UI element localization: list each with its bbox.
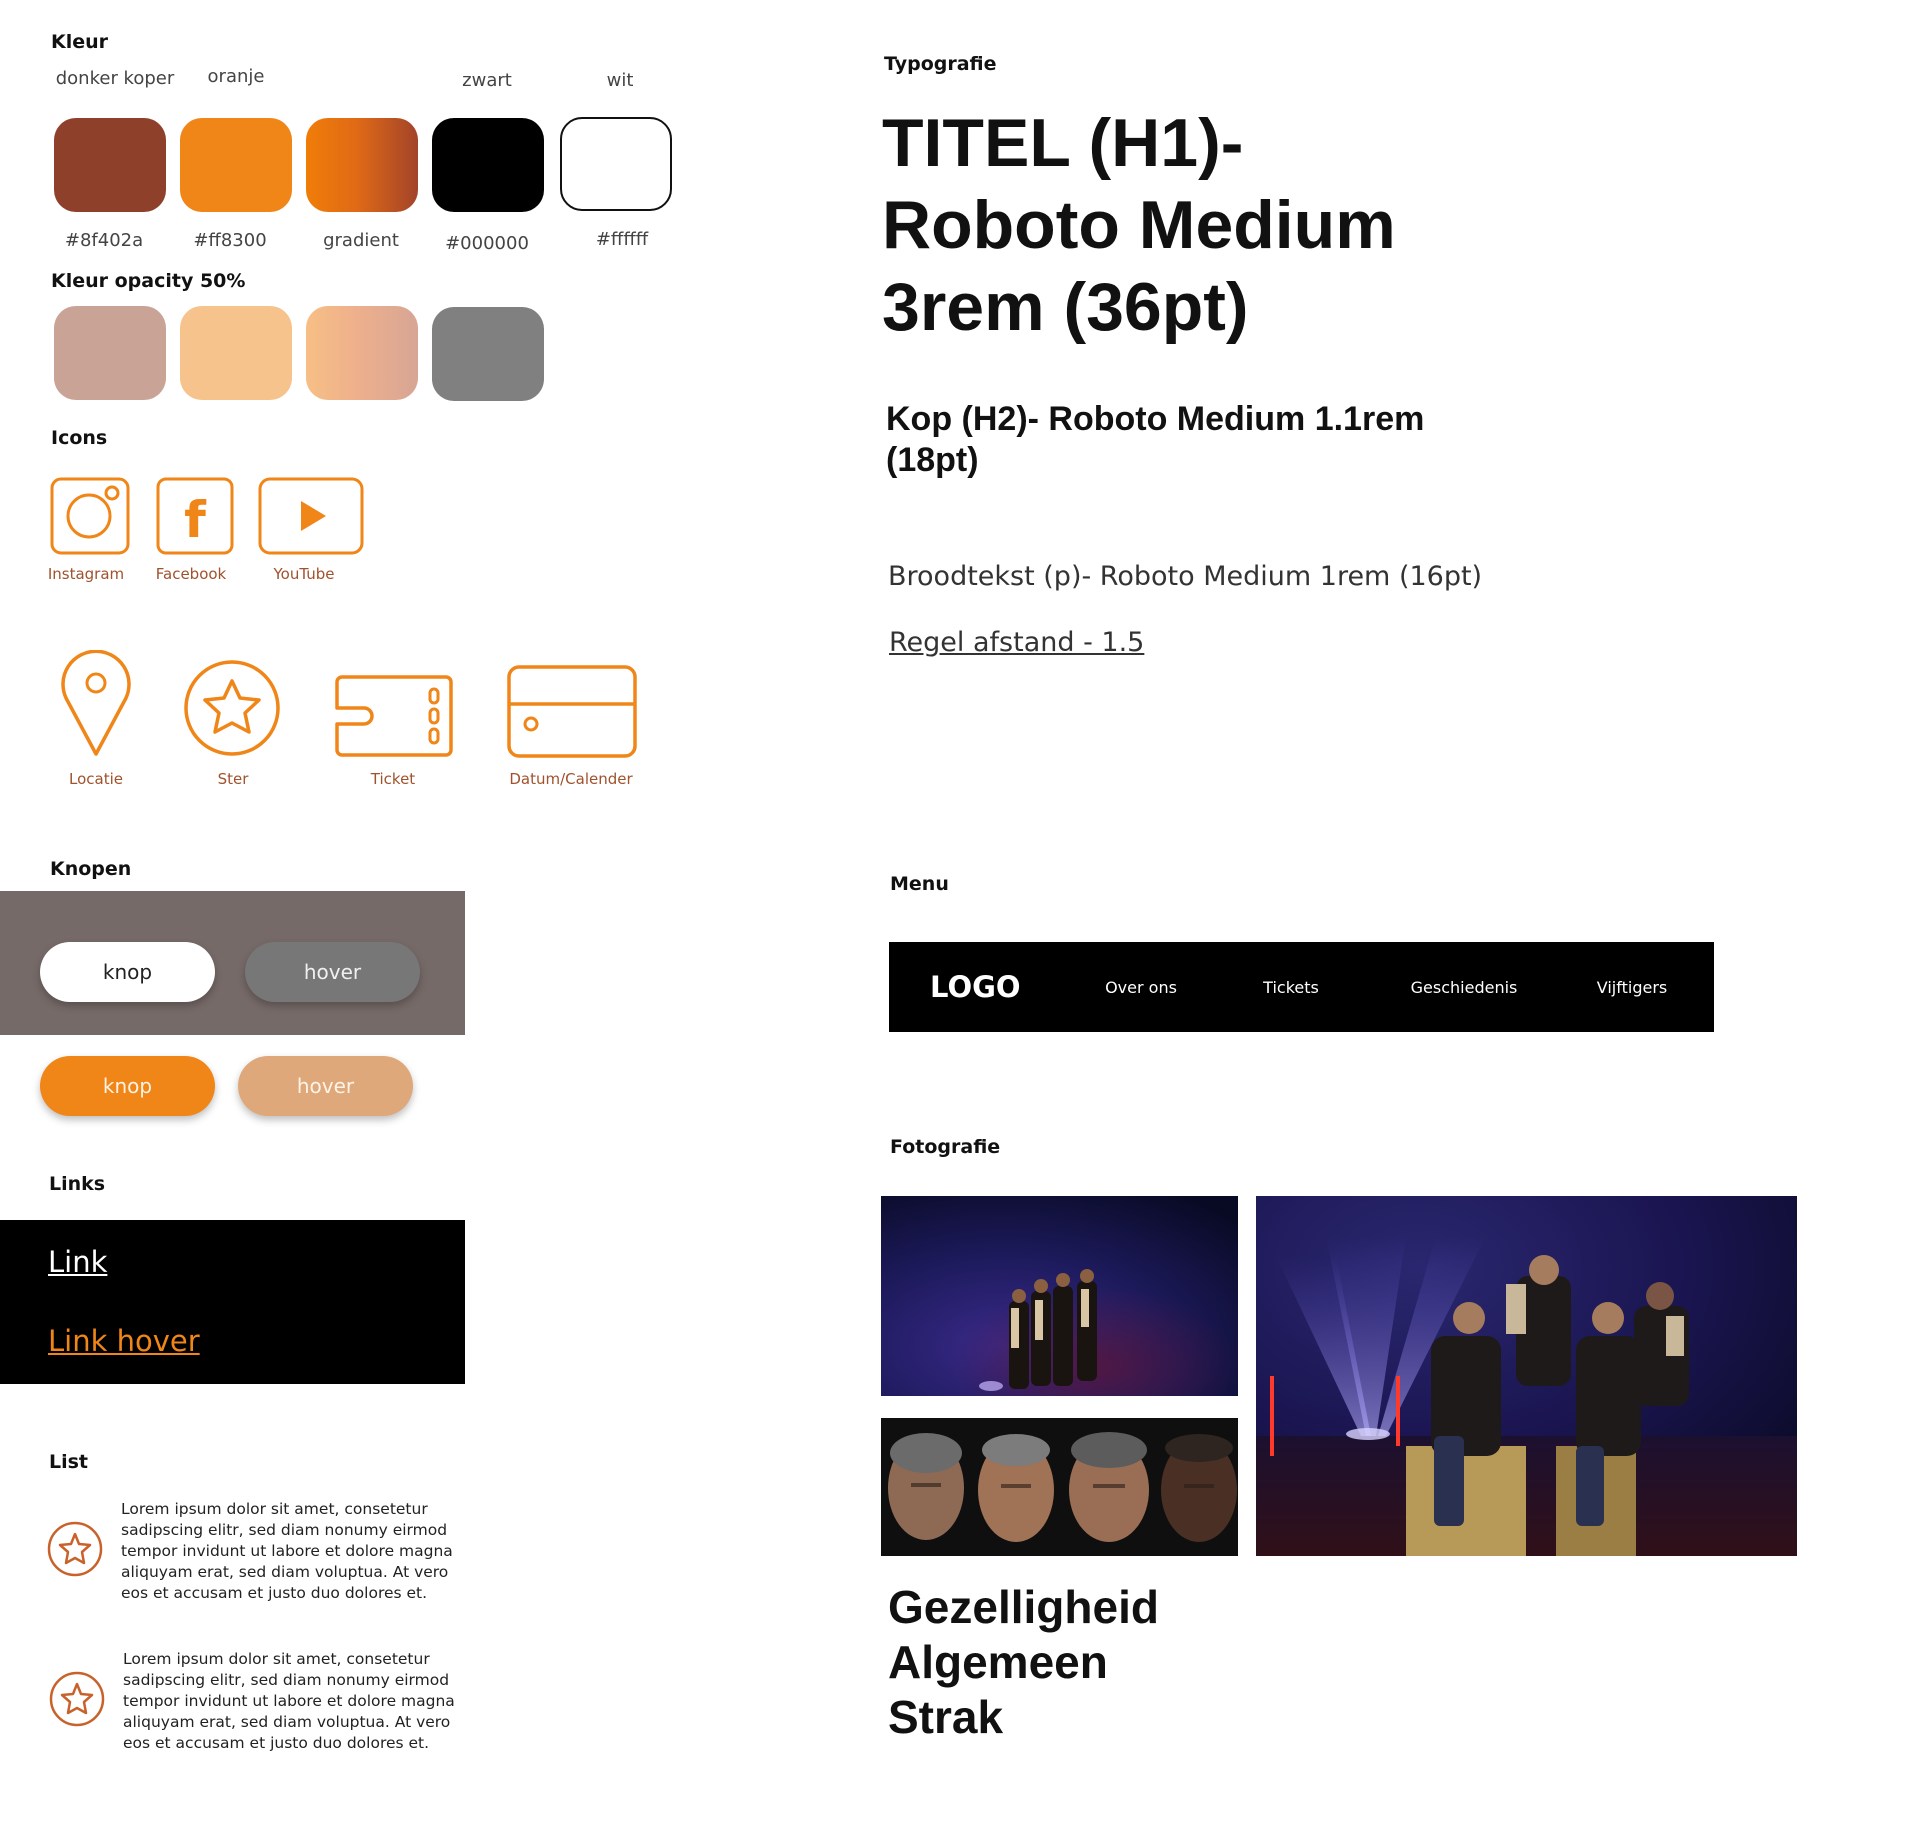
color-code-zwart: #000000 bbox=[445, 233, 529, 254]
button-knop-orange[interactable]: knop bbox=[40, 1056, 215, 1116]
color-code-wit: #ffffff bbox=[595, 229, 649, 250]
menu-item-vijftigers[interactable]: Vijftigers bbox=[1597, 942, 1667, 1032]
color-name-wit: wit bbox=[606, 70, 634, 91]
icon-label-facebook: Facebook bbox=[155, 565, 227, 583]
typography-h2-sample: Kop (H2)- Roboto Medium 1.1rem (18pt) bbox=[886, 400, 1425, 479]
ticket-icon[interactable] bbox=[334, 674, 454, 763]
section-title-colors-opacity: Kleur opacity 50% bbox=[51, 270, 246, 292]
photo-portraits bbox=[881, 1418, 1238, 1556]
swatch-gradient bbox=[306, 118, 418, 212]
color-name-oranje: oranje bbox=[207, 66, 265, 87]
section-title-links: Links bbox=[49, 1173, 106, 1195]
icon-label-locatie: Locatie bbox=[69, 770, 123, 788]
icon-label-ticket: Ticket bbox=[370, 770, 416, 788]
swatch-oranje-50 bbox=[180, 306, 292, 400]
photo-group-large bbox=[1256, 1196, 1797, 1556]
youtube-icon[interactable] bbox=[258, 477, 364, 560]
facebook-icon[interactable]: f bbox=[156, 477, 234, 560]
section-title-photography: Fotografie bbox=[890, 1136, 1001, 1158]
instagram-icon[interactable] bbox=[50, 477, 130, 560]
menu-logo[interactable]: LOGO bbox=[930, 942, 1021, 1032]
swatch-gradient-50 bbox=[306, 306, 418, 400]
list-item-text: Lorem ipsum dolor sit amet, consetetur s… bbox=[121, 1500, 453, 1602]
swatch-oranje bbox=[180, 118, 292, 212]
section-title-icons: Icons bbox=[51, 427, 108, 449]
link-hover[interactable]: Link hover bbox=[48, 1324, 200, 1358]
color-name-donker-koper: donker koper bbox=[55, 68, 175, 89]
menu-item-geschiedenis[interactable]: Geschiedenis bbox=[1411, 942, 1518, 1032]
icon-label-youtube: YouTube bbox=[273, 565, 335, 583]
star-icon[interactable] bbox=[182, 658, 282, 763]
icon-label-datum-calender: Datum/Calender bbox=[509, 770, 633, 788]
list-star-icon bbox=[47, 1521, 103, 1582]
location-pin-icon[interactable] bbox=[60, 649, 132, 763]
menu-item-over-ons[interactable]: Over ons bbox=[1105, 942, 1177, 1032]
photography-keywords: Gezelligheid Algemeen Strak bbox=[888, 1581, 1159, 1743]
swatch-zwart-50 bbox=[432, 307, 544, 401]
link-normal[interactable]: Link bbox=[48, 1245, 107, 1279]
button-knop-white[interactable]: knop bbox=[40, 942, 215, 1002]
swatch-donker-koper-50 bbox=[54, 306, 166, 400]
icon-label-ster: Ster bbox=[217, 770, 249, 788]
section-title-menu: Menu bbox=[890, 873, 949, 895]
list-star-icon bbox=[49, 1671, 105, 1732]
typography-line-height: Regel afstand - 1.5 bbox=[889, 627, 1145, 658]
icon-label-instagram: Instagram bbox=[47, 565, 125, 583]
photo-group-small bbox=[881, 1196, 1238, 1396]
button-hover-grey[interactable]: hover bbox=[245, 942, 420, 1002]
swatch-zwart bbox=[432, 118, 544, 212]
swatch-donker-koper bbox=[54, 118, 166, 212]
color-name-zwart: zwart bbox=[462, 70, 512, 91]
typography-h1-sample: TITEL (H1)- Roboto Medium 3rem (36pt) bbox=[882, 105, 1396, 345]
swatch-wit bbox=[560, 117, 672, 211]
color-code-oranje: #ff8300 bbox=[193, 230, 267, 251]
calendar-icon[interactable] bbox=[506, 664, 638, 765]
menu-bar: LOGO Over ons Tickets Geschiedenis Vijft… bbox=[889, 942, 1714, 1032]
color-code-donker-koper: #8f402a bbox=[64, 230, 144, 251]
typography-body-sample: Broodtekst (p)- Roboto Medium 1rem (16pt… bbox=[888, 561, 1483, 592]
menu-item-tickets[interactable]: Tickets bbox=[1263, 942, 1319, 1032]
color-code-gradient: gradient bbox=[323, 230, 399, 251]
section-title-typography: Typografie bbox=[884, 53, 997, 75]
section-title-buttons: Knopen bbox=[50, 858, 132, 880]
list-item-text: Lorem ipsum dolor sit amet, consetetur s… bbox=[123, 1650, 455, 1752]
section-title-list: List bbox=[49, 1451, 89, 1473]
svg-text:f: f bbox=[184, 491, 207, 549]
button-hover-peach[interactable]: hover bbox=[238, 1056, 413, 1116]
section-title-colors: Kleur bbox=[51, 31, 109, 53]
